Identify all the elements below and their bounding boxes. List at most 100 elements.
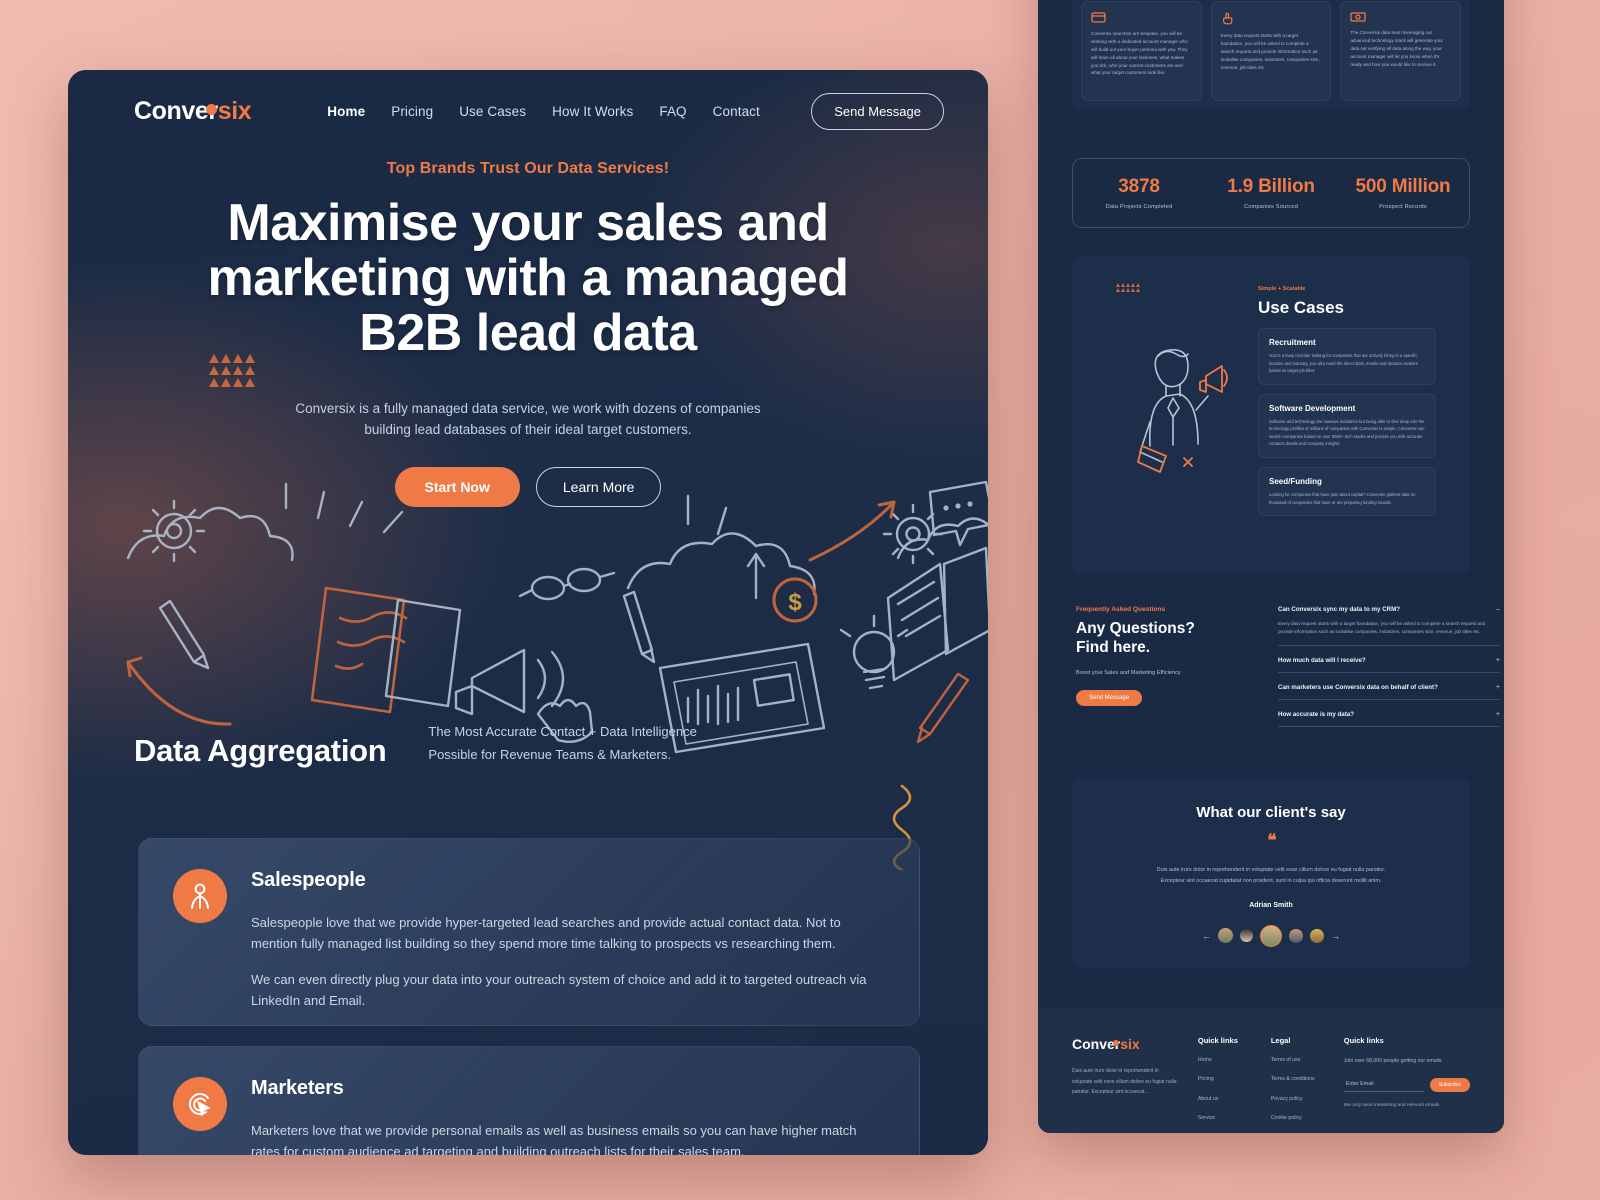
hero-eyebrow: Top Brands Trust Our Data Services! — [386, 160, 670, 177]
stat-label: Companies Sourced — [1243, 204, 1299, 210]
footer-link-home[interactable]: Home — [1198, 1056, 1251, 1064]
footer-link-privacy-policy[interactable]: Privacy policy — [1271, 1095, 1324, 1103]
use-cases-list: Recruitment You're a busy recruiter look… — [1258, 328, 1436, 525]
how-it-works-card: 2 Every data request starts with a targe… — [1210, 1, 1332, 101]
faq-toggle-icon[interactable]: – — [1496, 606, 1500, 613]
stat-label: Prospect Records — [1379, 204, 1427, 210]
avatar[interactable] — [1240, 929, 1253, 943]
use-case-text: Software and technology are massive indu… — [1269, 418, 1425, 447]
stat-label: Data Projects Completed — [1105, 204, 1173, 210]
testimonial-body-line-1: Duis aute irure dolor in reprehenderit i… — [1156, 867, 1386, 873]
faq-toggle-icon[interactable]: + — [1496, 684, 1500, 691]
audience-card-paragraph: Salespeople love that we provide hyper-t… — [251, 915, 841, 952]
faq-send-message-button[interactable]: Send Message — [1076, 689, 1143, 706]
stat-item: 3878 Data Projects Completed — [1073, 176, 1205, 210]
card-icon — [1091, 12, 1192, 23]
faq-title-line-1: Any Questions? — [1076, 620, 1195, 637]
faq-list: Can Conversix sync my data to my CRM? – … — [1278, 606, 1500, 738]
audience-card-salespeople: Salespeople Salespeople love that we pro… — [138, 838, 920, 1026]
nav-item-faq[interactable]: FAQ — [659, 104, 686, 119]
testimonial-avatar-carousel: ← → — [1072, 924, 1470, 947]
use-case-title: Seed/Funding — [1269, 476, 1322, 486]
faq-item[interactable]: How much data will I receive? + — [1278, 657, 1500, 673]
use-cases-section: Simple + Scalable Use Cases Recruitment … — [1072, 256, 1470, 574]
nav-item-pricing[interactable]: Pricing — [391, 104, 433, 119]
nav-item-contact[interactable]: Contact — [713, 104, 760, 119]
faq-item[interactable]: How accurate is my data? + — [1278, 711, 1500, 727]
avatar[interactable] — [1310, 928, 1324, 943]
footer: Conversix Duis aute irure dolor in repre… — [1038, 1008, 1504, 1133]
stat-value: 500 Million — [1355, 176, 1451, 197]
faq-question: Can marketers use Conversix data on beha… — [1278, 683, 1438, 691]
faq-item[interactable]: Can Conversix sync my data to my CRM? – … — [1278, 606, 1500, 646]
testimonials-section: What our client's say ❝ Duis aute irure … — [1072, 778, 1470, 968]
footer-link-terms-conditions[interactable]: Terms & conditions — [1271, 1075, 1324, 1083]
testimonial-body-line-2: Excepteur sint occaecat cupidatat non pr… — [1160, 878, 1382, 885]
stats-section: 3878 Data Projects Completed 1.9 Billion… — [1072, 158, 1470, 228]
target-cursor-icon — [173, 1077, 227, 1131]
email-field[interactable] — [1343, 1077, 1424, 1092]
brand-logo-dot-icon — [206, 103, 217, 115]
step-text: Every data request starts with a target … — [1220, 33, 1320, 70]
nav-item-how-it-works[interactable]: How It Works — [552, 104, 633, 119]
stat-item: 1.9 Billion Companies Sourced — [1205, 176, 1337, 210]
footer-column-heading: Quick links — [1343, 1036, 1384, 1045]
faq-toggle-icon[interactable]: + — [1496, 711, 1500, 718]
stat-item: 500 Million Prospect Records — [1337, 176, 1469, 210]
use-case-item-recruitment[interactable]: Recruitment You're a busy recruiter look… — [1258, 328, 1436, 385]
footer-link-service[interactable]: Service — [1198, 1114, 1251, 1122]
navbar: Conversix Home Pricing Use Cases How It … — [68, 70, 988, 132]
footer-link-cookie-policy[interactable]: Cookie policy — [1271, 1114, 1324, 1122]
carousel-next-arrow-icon[interactable]: → — [1331, 931, 1340, 941]
footer-brand-column: Conversix Duis aute irure dolor in repre… — [1072, 1036, 1178, 1133]
person-icon — [173, 869, 227, 923]
step-text: Conversix searches are bespoke, you will… — [1091, 31, 1188, 76]
audience-card-paragraph: We can even directly plug your data into… — [251, 972, 867, 1009]
hero-subtitle: Conversix is a fully managed data servic… — [295, 401, 761, 438]
newsletter-form: Subscribe — [1343, 1077, 1470, 1092]
faq-item[interactable]: Can marketers use Conversix data on beha… — [1278, 684, 1500, 700]
use-case-text: You're a busy recruiter looking for comp… — [1269, 353, 1418, 374]
footer-logo[interactable]: Conversix — [1072, 1036, 1178, 1052]
footer-link-pricing[interactable]: Pricing — [1198, 1075, 1251, 1083]
nav-item-home[interactable]: Home — [327, 104, 365, 119]
use-case-item-seed-funding[interactable]: Seed/Funding Looking for companies that … — [1258, 466, 1436, 517]
person-megaphone-illustration — [1137, 349, 1228, 473]
how-it-works-card: 3 The Conversix data team leveraging our… — [1340, 1, 1462, 101]
hero-heading-line-3: B2B lead data — [359, 304, 697, 363]
how-it-works-section: 1 Conversix searches are bespoke, you wi… — [1072, 0, 1470, 110]
hero-heading-line-2: marketing with a managed — [207, 249, 849, 308]
avatar[interactable] — [1218, 928, 1233, 944]
footer-legal-column: Legal Terms of use Terms & conditions Pr… — [1271, 1036, 1324, 1133]
pointing-hand-icon — [1221, 12, 1322, 25]
use-case-title: Software Development — [1269, 403, 1356, 413]
audience-card-marketers: Marketers Marketers love that we provide… — [138, 1046, 920, 1155]
use-cases-title: Use Cases — [1258, 298, 1345, 317]
send-message-button[interactable]: Send Message — [811, 92, 944, 130]
footer-link-terms-of-use[interactable]: Terms of use — [1271, 1056, 1324, 1064]
triangle-pattern-icon — [1116, 282, 1142, 293]
nav-links: Home Pricing Use Cases How It Works FAQ … — [327, 104, 760, 119]
use-cases-eyebrow: Simple + Scalable — [1258, 286, 1306, 292]
audience-card-title: Marketers — [251, 1077, 344, 1099]
money-icon — [1350, 12, 1451, 22]
quote-mark-icon: ❝ — [1267, 831, 1276, 850]
audience-card-title: Salespeople — [251, 869, 366, 891]
aggregation-tagline: The Most Accurate Contact + Data Intelli… — [428, 720, 696, 769]
footer-link-about-us[interactable]: About us — [1198, 1095, 1251, 1103]
subscribe-button[interactable]: Subscribe — [1429, 1077, 1470, 1092]
faq-toggle-icon[interactable]: + — [1496, 657, 1500, 664]
avatar[interactable] — [1260, 924, 1282, 947]
footer-logo-dot-icon — [1113, 1040, 1119, 1046]
footer-logo-accent: six — [1120, 1036, 1140, 1052]
avatar[interactable] — [1289, 928, 1303, 943]
use-case-item-software-development[interactable]: Software Development Software and techno… — [1258, 393, 1436, 458]
testimonial-body: Duis aute irure dolor in reprehenderit i… — [1072, 865, 1470, 888]
faq-answer: Every data request starts with a target … — [1278, 621, 1486, 635]
carousel-prev-arrow-icon[interactable]: ← — [1202, 931, 1211, 941]
brand-logo[interactable]: Conversix — [134, 97, 252, 126]
nav-item-use-cases[interactable]: Use Cases — [459, 104, 526, 119]
landing-page-mockup-secondary: 1 Conversix searches are bespoke, you wi… — [1038, 0, 1504, 1133]
data-aggregation-section: Data Aggregation The Most Accurate Conta… — [68, 720, 988, 769]
aggregation-heading: Data Aggregation — [134, 732, 387, 768]
